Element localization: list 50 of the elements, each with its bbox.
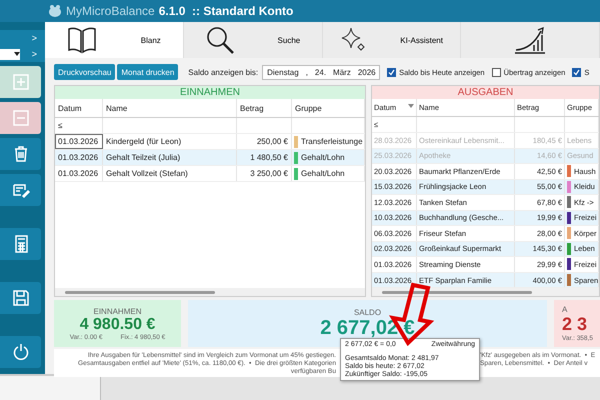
save-icon[interactable] bbox=[12, 289, 30, 307]
checkbox[interactable] bbox=[572, 68, 582, 76]
table-cell: Gehalt/Lohn bbox=[301, 153, 345, 162]
table-cell: 3 250,00 € bbox=[237, 166, 292, 181]
expense-total: 2 3 bbox=[562, 314, 588, 335]
dropdown[interactable] bbox=[0, 48, 20, 60]
saldo-label: Saldo anzeigen bis: bbox=[188, 68, 258, 76]
table-cell: Transferleistunge bbox=[301, 137, 363, 146]
filter-cell[interactable]: ≤ bbox=[55, 118, 103, 133]
table-title: AUSGABEN bbox=[372, 86, 599, 99]
saldo-total: 2 677,02 € bbox=[320, 316, 415, 340]
table-cell: 01.03.2026 bbox=[55, 166, 103, 181]
column-header[interactable]: Gruppe bbox=[292, 99, 365, 117]
scrollbar-thumb[interactable] bbox=[382, 290, 532, 294]
table-title: EINNAHMEN bbox=[55, 86, 365, 99]
sparkle-icon bbox=[340, 27, 366, 53]
power-icon[interactable] bbox=[12, 343, 30, 361]
toolbar-button[interactable]: Monat drucken bbox=[117, 64, 178, 80]
tab[interactable]: Suche bbox=[184, 22, 322, 58]
growth-chart-icon bbox=[514, 25, 546, 55]
checkbox[interactable] bbox=[387, 68, 396, 76]
checkbox[interactable] bbox=[492, 68, 501, 76]
table-cell: 01.03.2026 bbox=[55, 134, 103, 149]
table-cell: Gehalt/Lohn bbox=[301, 169, 345, 178]
toolbar-button[interactable]: Druckvorschau bbox=[54, 64, 116, 80]
table-cell: 01.03.2026 bbox=[55, 150, 103, 165]
window-title: 6.1.0 :: Standard Konto bbox=[158, 4, 294, 18]
tab[interactable]: Blanz bbox=[45, 22, 184, 58]
card-label: A bbox=[562, 305, 568, 314]
table-cell: 1 480,50 € bbox=[237, 150, 292, 165]
column-header[interactable]: Name bbox=[103, 99, 237, 117]
tab[interactable]: KI-Assistent bbox=[322, 22, 462, 58]
dropdown-arrow-icon[interactable] bbox=[14, 52, 20, 56]
date-picker[interactable]: Dienstag , 24. März 2026 bbox=[262, 64, 380, 80]
next-button[interactable]: > bbox=[32, 49, 37, 59]
table-cell: 250,00 € bbox=[237, 134, 292, 149]
tab[interactable] bbox=[461, 22, 600, 58]
scrollbar-thumb[interactable] bbox=[65, 290, 215, 294]
card-label: SALDO bbox=[354, 308, 382, 316]
card-label: EINNAHMEN bbox=[93, 306, 142, 316]
app-name: MyMicroBalance bbox=[66, 4, 155, 18]
income-total: 4 980.50 € bbox=[80, 316, 156, 334]
next-button[interactable]: > bbox=[32, 33, 37, 43]
table-cell: Kindergeld (für Leon) bbox=[103, 134, 237, 149]
table-cell: Gehalt Teilzeit (Julia) bbox=[103, 150, 237, 165]
column-header[interactable]: Betrag bbox=[237, 99, 292, 117]
book-icon bbox=[66, 26, 97, 54]
table-cell: Gehalt Vollzeit (Stefan) bbox=[103, 166, 237, 181]
column-header[interactable]: Datum bbox=[55, 99, 103, 117]
search-icon bbox=[205, 25, 236, 55]
